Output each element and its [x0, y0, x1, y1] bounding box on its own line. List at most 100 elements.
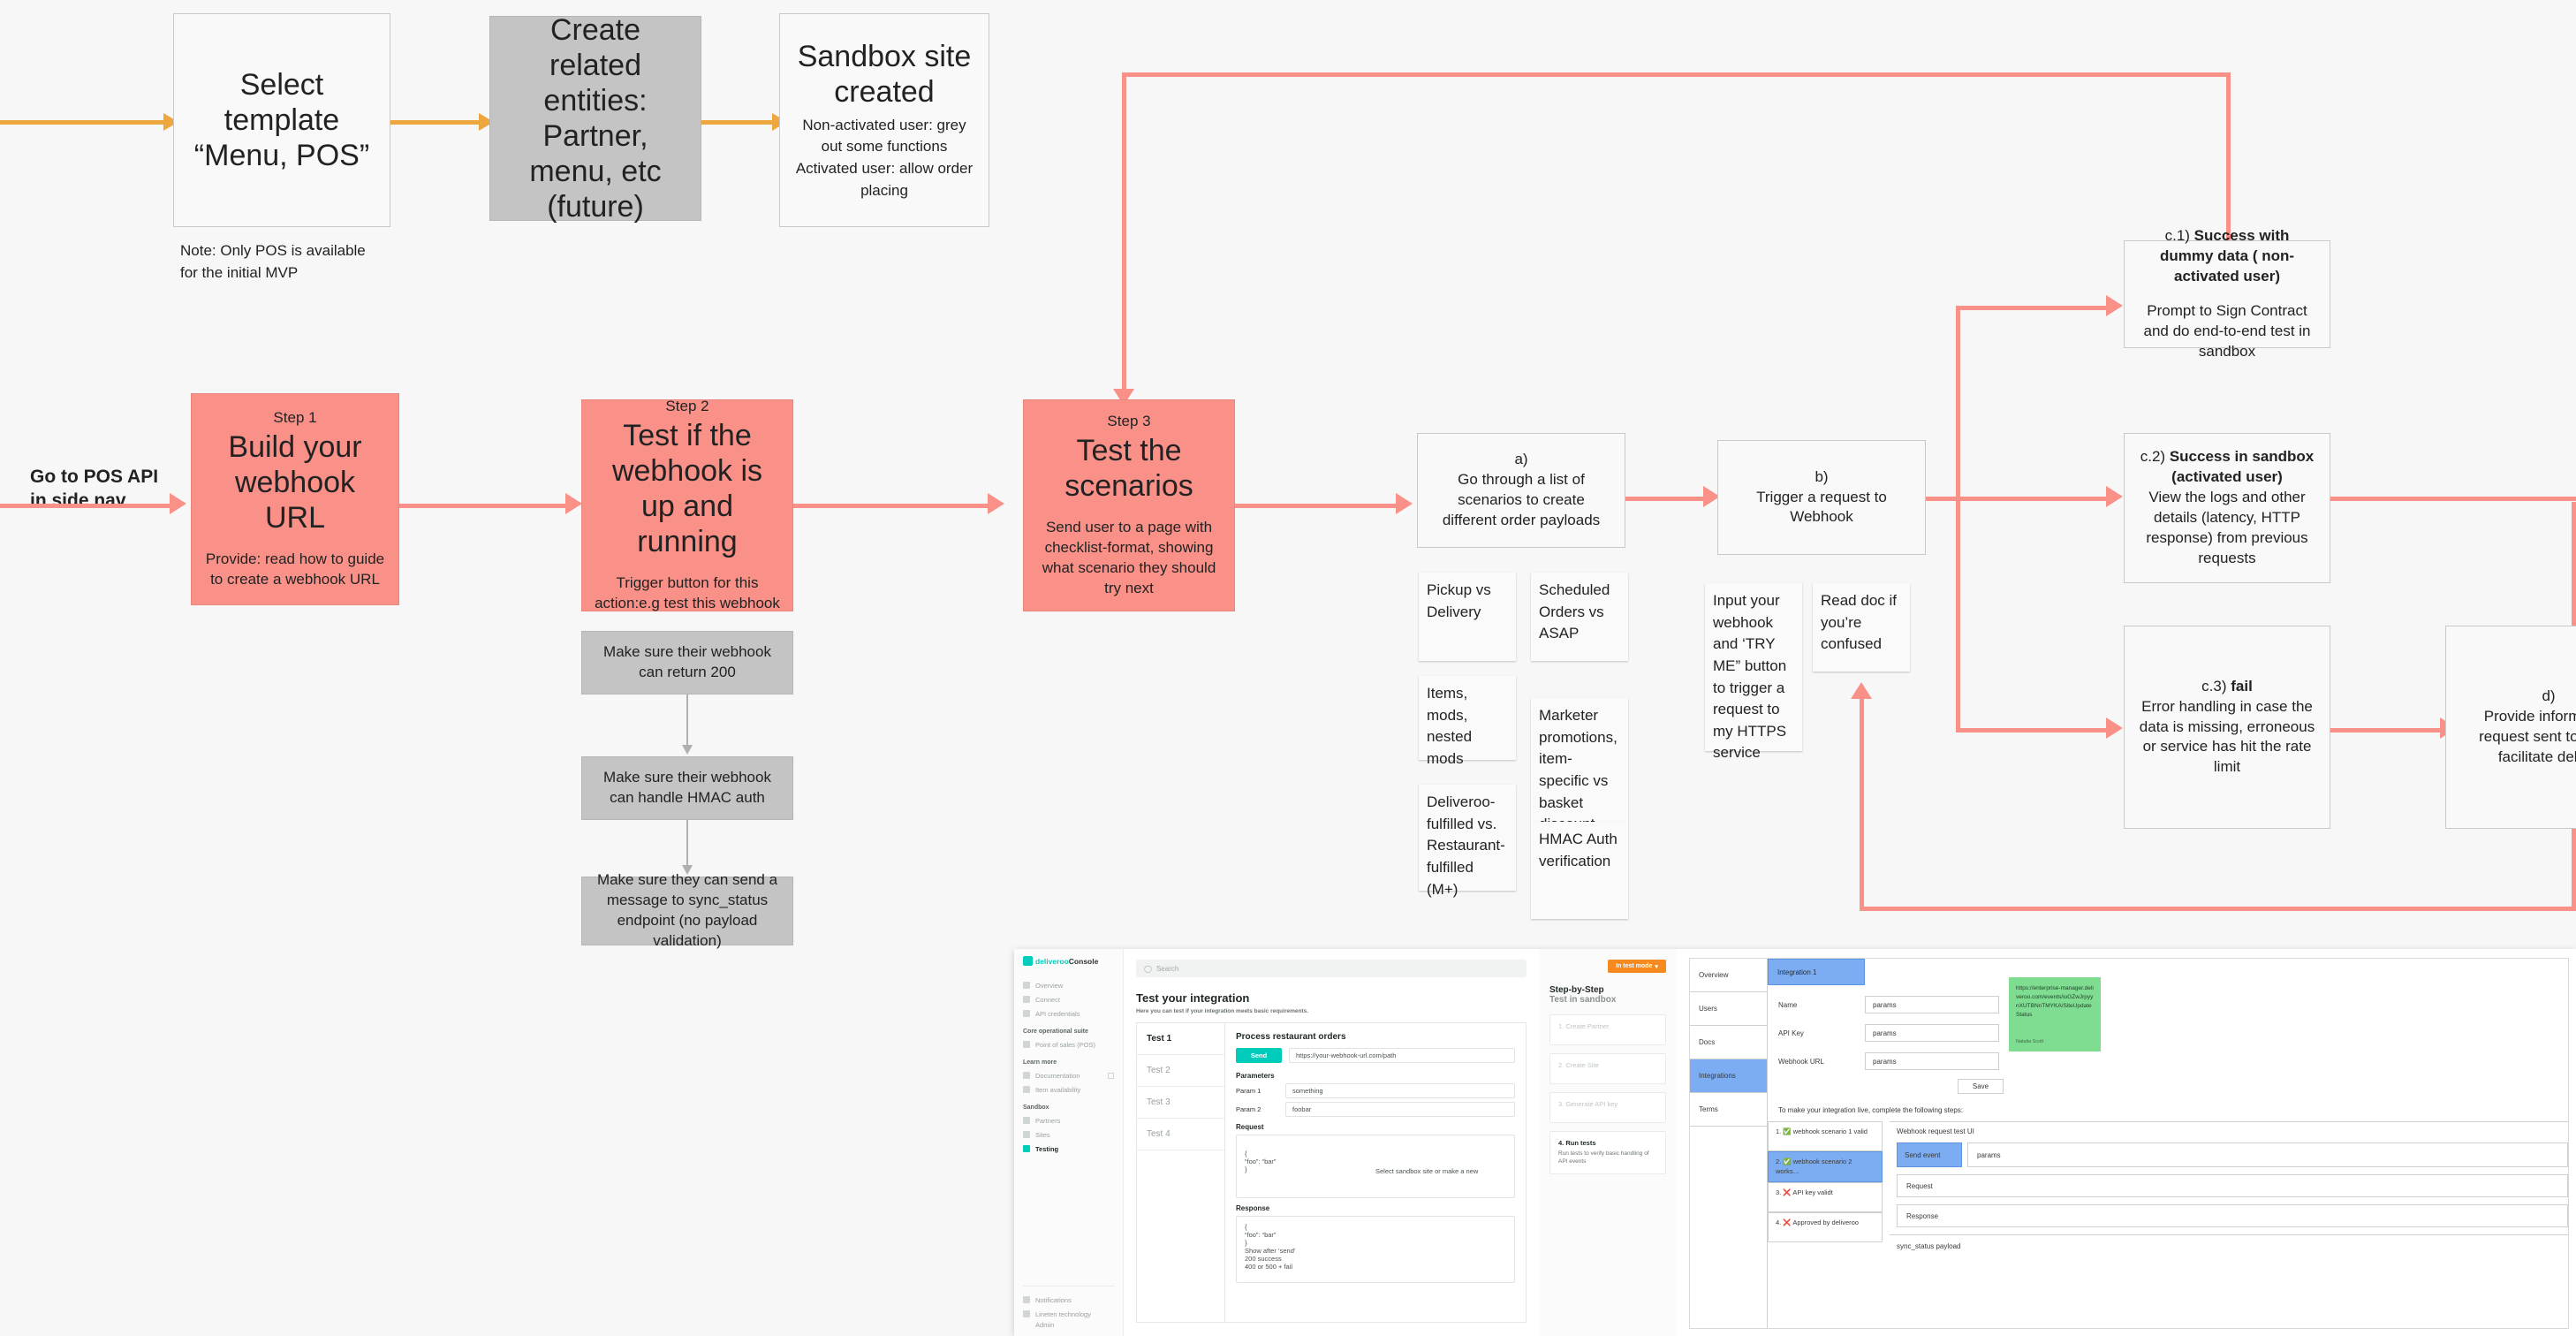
mock-sidebar[interactable]: deliverooConsole Overview Connect API cr…	[1014, 949, 1124, 1336]
wireframe-send-event-input[interactable]: params	[1967, 1142, 2568, 1167]
node-step-3[interactable]: Step 3 Test the scenarios Send user to a…	[1023, 399, 1235, 611]
mock-step-card-4[interactable]: 4. Run tests Run tests to verify basic h…	[1549, 1131, 1666, 1174]
mock-nav-partners[interactable]: Partners	[1023, 1113, 1114, 1127]
wireframe-check-3[interactable]: 3. ❌ API key validt	[1768, 1182, 1883, 1212]
wireframe-response-field[interactable]: Response	[1897, 1204, 2568, 1227]
node-branch-a[interactable]: a) Go through a list of scenarios to cre…	[1417, 433, 1625, 548]
scenario-card-pickup-delivery[interactable]: Pickup vs Delivery	[1419, 573, 1516, 661]
mock-test-3[interactable]: Test 3	[1137, 1087, 1224, 1119]
wireframe-nav-users[interactable]: Users	[1690, 992, 1767, 1026]
branch-b-card-tryme[interactable]: Input your webhook and ‘TRY ME” button t…	[1705, 583, 1802, 761]
connector-top-to-c1-h	[1122, 72, 2226, 77]
wireframe-save-button[interactable]: Save	[1958, 1079, 2004, 1094]
mock-wireframe[interactable]: Overview Users Docs Integrations Terms I…	[1689, 949, 2576, 1336]
connector-loop-bottom	[1860, 907, 2576, 911]
wireframe-sync-label: sync_status payload	[1890, 1234, 2568, 1250]
wireframe-field-input[interactable]: params	[1865, 1024, 1999, 1042]
sandbox-site-line1: Non-activated user: grey out some functi…	[802, 116, 966, 156]
wireframe-check-1[interactable]: 1. ✅ webhook scenario 1 valid	[1768, 1121, 1883, 1151]
mock-main[interactable]: ◯ Search Test your integration Here you …	[1124, 949, 1539, 1336]
wireframe-request-field[interactable]: Request	[1897, 1174, 2568, 1197]
create-entities-text: Create related entities: Partner, menu, …	[529, 12, 662, 224]
node-branch-b[interactable]: b) Trigger a request to Webhook	[1717, 440, 1926, 555]
mock-nav-overview[interactable]: Overview	[1023, 978, 1114, 992]
mock-request-body[interactable]: { “foo”: “bar” } Select sandbox site or …	[1236, 1135, 1515, 1198]
connector-orange-2	[701, 120, 772, 125]
scenario-card-promotions[interactable]: Marketer promotions, item-specific vs ba…	[1531, 698, 1628, 832]
bell-icon	[1023, 1296, 1030, 1303]
wireframe-nav-docs[interactable]: Docs	[1690, 1026, 1767, 1059]
mock-step-card-3[interactable]: 3. Generate API key	[1549, 1092, 1666, 1123]
wireframe-send-event-button[interactable]: Send event	[1897, 1142, 1962, 1167]
mock-nav-item-availability[interactable]: Item availability	[1023, 1082, 1114, 1097]
step-2-note: Trigger button for this action:e.g test …	[595, 574, 780, 612]
wireframe-note: To make your integration live, complete …	[1778, 1106, 1963, 1114]
connector-top-to-c1-v-left	[1122, 72, 1126, 395]
mock-nav-testing[interactable]: Testing	[1023, 1142, 1114, 1156]
node-create-entities[interactable]: Create related entities: Partner, menu, …	[489, 13, 701, 224]
mock-search-input[interactable]: ◯ Search	[1136, 960, 1527, 977]
wireframe-nav[interactable]: Overview Users Docs Integrations Terms	[1690, 959, 1768, 1328]
mock-nav-pos[interactable]: Point of sales (POS)	[1023, 1037, 1114, 1051]
mock-nav-account[interactable]: Lineten technology	[1023, 1307, 1115, 1321]
mock-test-split: Test 1 Test 2 Test 3 Test 4 Process rest…	[1136, 1022, 1527, 1323]
step-1-note: Provide: read how to guide to create a w…	[205, 550, 385, 588]
scenario-card-text: Pickup vs Delivery	[1427, 581, 1491, 620]
mock-brand: deliverooConsole	[1035, 957, 1098, 966]
mock-brand-name: deliveroo	[1035, 956, 1069, 966]
wireframe-checklist[interactable]: 1. ✅ webhook scenario 1 valid 2. ✅ webho…	[1768, 1121, 1883, 1250]
wireframe-field-input[interactable]: params	[1865, 1052, 1999, 1070]
scenario-card-fulfilment[interactable]: Deliveroo-fulfilled vs. Restaurant-fulfi…	[1419, 785, 1516, 898]
mock-step-card-1[interactable]: 1. Create Partner	[1549, 1014, 1666, 1045]
mock-test-1[interactable]: Test 1	[1137, 1023, 1224, 1055]
mock-url-input[interactable]: https://your-webhook-url.com/path	[1289, 1048, 1515, 1063]
node-check-3[interactable]: Make sure they can send a message to syn…	[581, 871, 793, 949]
scenario-card-text: Items, mods, nested mods	[1427, 685, 1473, 767]
mock-test-list[interactable]: Test 1 Test 2 Test 3 Test 4	[1137, 1023, 1225, 1322]
mock-send-button[interactable]: Send	[1236, 1048, 1282, 1063]
wireframe-nav-integrations[interactable]: Integrations	[1690, 1059, 1767, 1093]
scenario-card-scheduled-asap[interactable]: Scheduled Orders vs ASAP	[1531, 573, 1628, 661]
node-outcome-c1[interactable]: c.1) Success with dummy data ( non-activ…	[2124, 227, 2330, 360]
node-outcome-c3[interactable]: c.3) fail Error handling in case the dat…	[2124, 626, 2330, 829]
wireframe-field-input[interactable]: params	[1865, 996, 1999, 1013]
embedded-screenshot[interactable]: deliverooConsole Overview Connect API cr…	[1014, 949, 2576, 1336]
mock-nav-sites[interactable]: Sites	[1023, 1127, 1114, 1142]
mock-sidebar-footer: Notifications Lineten technology Admin	[1023, 1286, 1115, 1329]
sticky-note[interactable]: https://enterprise-manager.deliveroo.com…	[2009, 977, 2101, 1051]
node-step-1[interactable]: Step 1 Build your webhook URL Provide: r…	[191, 393, 399, 605]
node-select-template[interactable]: Select template “Menu, POS”	[173, 13, 390, 227]
node-sandbox-site[interactable]: Sandbox site created Non-activated user:…	[779, 13, 989, 227]
node-check-2[interactable]: Make sure their webhook can handle HMAC …	[581, 756, 793, 820]
scenario-card-items-mods[interactable]: Items, mods, nested mods	[1419, 676, 1516, 767]
mock-nav-notifications[interactable]: Notifications	[1023, 1293, 1115, 1307]
mock-nav-connect[interactable]: Connect	[1023, 992, 1114, 1006]
list-icon	[1023, 1086, 1030, 1093]
node-step-2[interactable]: Step 2 Test if the webhook is up and run…	[581, 398, 793, 612]
scenario-card-hmac[interactable]: HMAC Auth verification	[1531, 822, 1628, 919]
mock-nav-api-credentials[interactable]: API credentials	[1023, 1006, 1114, 1021]
branch-b-card-readdoc[interactable]: Read doc if you’re confused	[1813, 583, 1910, 672]
mock-step-card-2[interactable]: 2. Create Site	[1549, 1053, 1666, 1084]
connector-fanout-c1	[1956, 306, 2110, 310]
wireframe-tab-integration-1[interactable]: Integration 1	[1768, 959, 1865, 985]
mock-send-row: Send https://your-webhook-url.com/path	[1236, 1048, 1515, 1063]
wireframe-nav-overview[interactable]: Overview	[1690, 959, 1767, 992]
wireframe-check-4[interactable]: 4. ❌ Approved by deliveroo	[1768, 1212, 1883, 1242]
node-outcome-d[interactable]: d) Provide information request sent to t…	[2445, 626, 2576, 829]
mock-nav-documentation[interactable]: Documentation	[1023, 1068, 1114, 1082]
mock-test-4[interactable]: Test 4	[1137, 1119, 1224, 1150]
mock-test-2[interactable]: Test 2	[1137, 1055, 1224, 1087]
mock-param-input[interactable]: foobar	[1285, 1102, 1515, 1117]
mock-response-label: Response	[1236, 1204, 1270, 1212]
wireframe-nav-terms[interactable]: Terms	[1690, 1093, 1767, 1127]
connector-loop-up	[1860, 698, 1864, 910]
wireframe-check-2[interactable]: 2. ✅ webhook scenario 2 works…	[1768, 1151, 1883, 1182]
mock-test-mode-button[interactable]: In test mode ▾	[1608, 960, 1666, 973]
node-check-1[interactable]: Make sure their webhook can return 200	[581, 631, 793, 695]
connector-a-b	[1625, 497, 1705, 501]
mock-nav-admin[interactable]: Admin	[1023, 1321, 1115, 1329]
node-outcome-c2[interactable]: c.2) Success in sandbox (activated user)…	[2124, 433, 2330, 583]
beaker-icon	[1023, 1145, 1030, 1152]
mock-param-input[interactable]: something	[1285, 1083, 1515, 1098]
